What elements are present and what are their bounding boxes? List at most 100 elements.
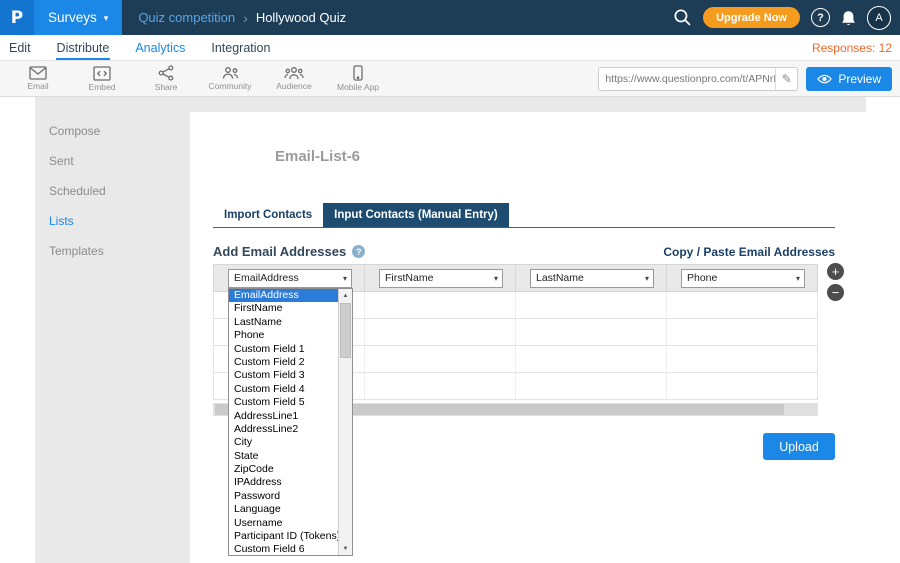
- topbar: P Surveys ▾ Quiz competition › Hollywood…: [0, 0, 900, 35]
- dropdown-option[interactable]: Language: [229, 503, 338, 516]
- scroll-down-icon[interactable]: ▼: [339, 542, 352, 555]
- table-cell[interactable]: [365, 346, 516, 372]
- dropdown-option[interactable]: Custom Field 6: [229, 543, 338, 555]
- table-cell[interactable]: [516, 373, 667, 399]
- breadcrumb-parent[interactable]: Quiz competition: [138, 10, 235, 25]
- lists-container: Compose Sent Scheduled Lists Templates E…: [35, 97, 866, 563]
- dropdown-option[interactable]: FirstName: [229, 302, 338, 315]
- sidebar-item-compose[interactable]: Compose: [35, 116, 190, 146]
- list-panel: Email-List-6 Import Contacts Input Conta…: [190, 112, 866, 563]
- column-select-4[interactable]: Phone ▾: [681, 269, 805, 288]
- surveys-menu-label: Surveys: [48, 10, 97, 25]
- sidebar-item-lists[interactable]: Lists: [35, 206, 190, 236]
- sidebar-item-templates[interactable]: Templates: [35, 236, 190, 266]
- breadcrumb-separator-icon: ›: [243, 10, 248, 26]
- column-select-3[interactable]: LastName ▾: [530, 269, 654, 288]
- table-cell[interactable]: [365, 319, 516, 345]
- search-button[interactable]: [673, 8, 692, 27]
- dropdown-option[interactable]: ZipCode: [229, 463, 338, 476]
- table-cell[interactable]: [365, 292, 516, 318]
- dropdown-option[interactable]: IPAddress: [229, 476, 338, 489]
- toolbar-item-community[interactable]: Community: [198, 62, 262, 96]
- table-cell[interactable]: [667, 319, 817, 345]
- dropdown-option[interactable]: Custom Field 5: [229, 396, 338, 409]
- section-help-icon[interactable]: ?: [352, 245, 365, 258]
- help-button[interactable]: ?: [811, 8, 830, 27]
- sidebar-item-scheduled[interactable]: Scheduled: [35, 176, 190, 206]
- preview-button[interactable]: Preview: [806, 67, 892, 91]
- table-cell[interactable]: [667, 346, 817, 372]
- copy-paste-emails-link[interactable]: Copy / Paste Email Addresses: [663, 245, 835, 259]
- scroll-up-icon[interactable]: ▲: [339, 289, 352, 302]
- nav-item-distribute[interactable]: Distribute: [56, 35, 111, 60]
- breadcrumb-current: Hollywood Quiz: [256, 10, 346, 25]
- dropdown-option[interactable]: State: [229, 450, 338, 463]
- dropdown-option[interactable]: LastName: [229, 316, 338, 329]
- nav-item-edit[interactable]: Edit: [8, 35, 32, 60]
- table-cell[interactable]: [516, 319, 667, 345]
- dropdown-option[interactable]: Custom Field 3: [229, 369, 338, 382]
- app-window: P Surveys ▾ Quiz competition › Hollywood…: [0, 0, 900, 563]
- dropdown-option[interactable]: AddressLine1: [229, 410, 338, 423]
- dropdown-scrollbar[interactable]: ▲ ▼: [338, 289, 352, 555]
- share-url-group: https://www.questionpro.com/t/APNrFZ ✎ P…: [598, 67, 900, 91]
- surveys-menu[interactable]: Surveys ▾: [34, 0, 122, 35]
- dropdown-option[interactable]: Custom Field 2: [229, 356, 338, 369]
- preview-button-label: Preview: [838, 72, 881, 86]
- bell-icon: [841, 10, 856, 26]
- toolbar-item-share[interactable]: Share: [134, 62, 198, 96]
- breadcrumb: Quiz competition › Hollywood Quiz: [138, 10, 346, 26]
- edit-url-button[interactable]: ✎: [775, 68, 797, 90]
- notifications-button[interactable]: [841, 10, 856, 26]
- toolbar-item-label: Community: [209, 81, 252, 91]
- toolbar-item-label: Mobile App: [337, 82, 379, 92]
- toolbar-item-embed[interactable]: Embed: [70, 62, 134, 96]
- toolbar-item-audience[interactable]: Audience: [262, 62, 326, 96]
- table-cell[interactable]: [516, 346, 667, 372]
- responses-count[interactable]: Responses: 12: [812, 35, 892, 60]
- contacts-tabs: Import Contacts Input Contacts (Manual E…: [213, 203, 835, 228]
- chevron-down-icon: ▾: [645, 274, 649, 283]
- questionpro-logo-icon[interactable]: P: [0, 0, 34, 35]
- dropdown-options: EmailAddress FirstName LastName Phone Cu…: [229, 289, 338, 555]
- tab-import-contacts[interactable]: Import Contacts: [213, 203, 323, 227]
- dropdown-option[interactable]: Custom Field 4: [229, 383, 338, 396]
- dropdown-option[interactable]: Phone: [229, 329, 338, 342]
- dropdown-option[interactable]: Username: [229, 517, 338, 530]
- upgrade-now-button[interactable]: Upgrade Now: [703, 7, 800, 28]
- dropdown-option[interactable]: City: [229, 436, 338, 449]
- column-select-value: Phone: [687, 272, 717, 284]
- nav-item-analytics[interactable]: Analytics: [134, 35, 186, 60]
- survey-nav: Edit Distribute Analytics Integration Re…: [0, 35, 900, 61]
- sidebar-item-sent[interactable]: Sent: [35, 146, 190, 176]
- toolbar-item-label: Audience: [276, 81, 311, 91]
- dropdown-option[interactable]: Custom Field 1: [229, 343, 338, 356]
- dropdown-scrollbar-thumb[interactable]: [340, 303, 351, 358]
- nav-item-integration[interactable]: Integration: [210, 35, 271, 60]
- toolbar-item-mobile-app[interactable]: Mobile App: [326, 62, 390, 96]
- page-title: Email-List-6: [275, 148, 360, 165]
- remove-column-button[interactable]: −: [827, 284, 844, 301]
- column-select-2[interactable]: FirstName ▾: [379, 269, 503, 288]
- dropdown-option[interactable]: Password: [229, 490, 338, 503]
- community-icon: [222, 66, 239, 80]
- share-url-field[interactable]: https://www.questionpro.com/t/APNrFZ: [599, 73, 775, 85]
- avatar[interactable]: A: [867, 6, 891, 30]
- chevron-down-icon: ▾: [343, 274, 347, 283]
- table-cell[interactable]: [667, 292, 817, 318]
- toolbar-item-email[interactable]: Email: [6, 62, 70, 96]
- add-column-button[interactable]: +: [827, 263, 844, 280]
- dropdown-option[interactable]: AddressLine2: [229, 423, 338, 436]
- column-select-1[interactable]: EmailAddress ▾: [228, 269, 352, 288]
- chevron-down-icon: ▾: [796, 274, 800, 283]
- table-cell[interactable]: [516, 292, 667, 318]
- dropdown-option[interactable]: Participant ID (Tokens): [229, 530, 338, 543]
- toolbar-item-label: Embed: [89, 82, 116, 92]
- dropdown-option[interactable]: EmailAddress: [229, 289, 338, 302]
- tab-input-contacts-manual[interactable]: Input Contacts (Manual Entry): [323, 203, 509, 227]
- table-cell[interactable]: [365, 373, 516, 399]
- table-cell[interactable]: [667, 373, 817, 399]
- upload-button[interactable]: Upload: [763, 433, 835, 460]
- chevron-down-icon: ▾: [104, 13, 109, 24]
- column-field-dropdown: EmailAddress FirstName LastName Phone Cu…: [228, 288, 353, 556]
